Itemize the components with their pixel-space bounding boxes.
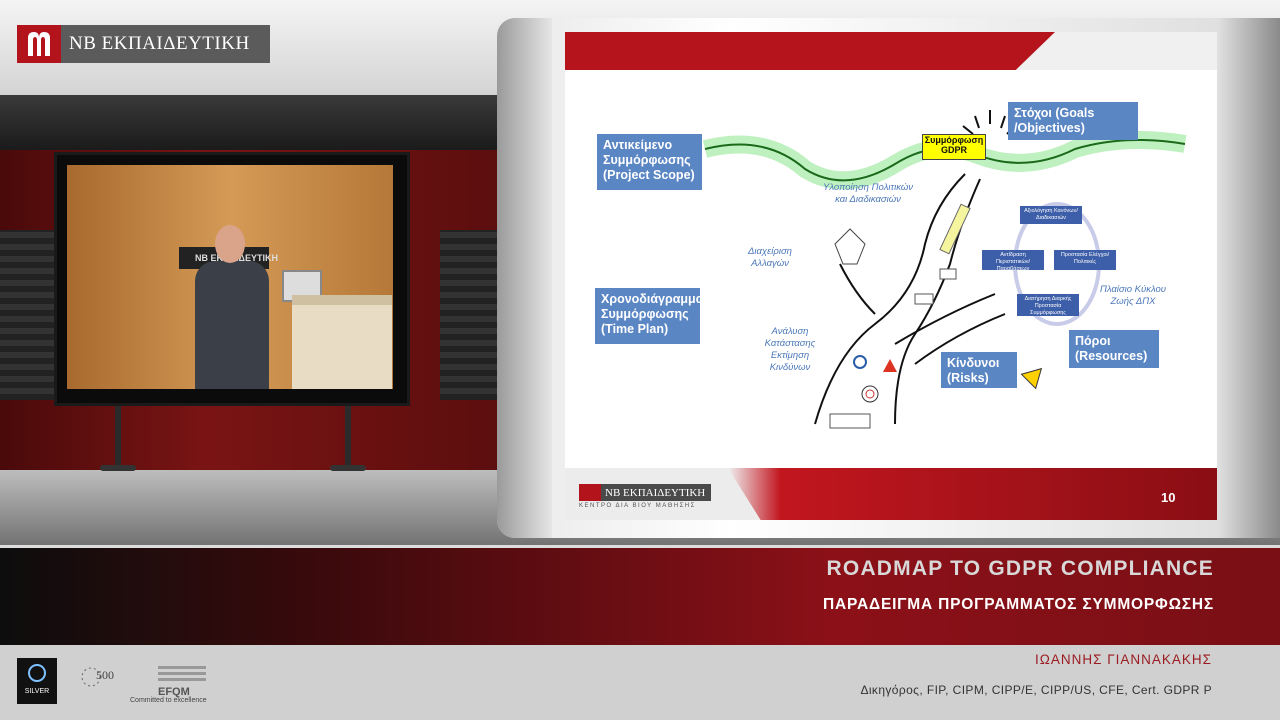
- tv-foot-right: [330, 465, 366, 471]
- project-scope-box: Αντικείμενο Συμμόρφωσης (Project Scope): [597, 134, 702, 190]
- presenter-credentials: Δικηγόρος, FIP, CIPM, CIPP/E, CIPP/US, C…: [860, 683, 1212, 697]
- efqm-stripes-icon: [158, 666, 206, 681]
- lecture-subtitle: ΠΑΡΑΔΕΙΓΜΑ ΠΡΟΓΡΑΜΜΑΤΟΣ ΣΥΜΜΟΡΦΩΣΗΣ: [823, 596, 1214, 613]
- brand-logo-icon: [17, 25, 61, 63]
- projection-screen-roll-right: [1218, 18, 1280, 538]
- recognised-500-label: 500: [96, 668, 114, 682]
- studio-monitor: ΝΒ ΕΚΠΑΙΔΕΥΤΙΚΗ: [54, 152, 410, 406]
- policies-label: Υλοποίηση Πολιτικών και Διαδικασιών: [823, 182, 913, 205]
- lecture-title: ROADMAP TO GDPR COMPLIANCE: [826, 557, 1214, 580]
- tv-stand-left: [115, 400, 121, 470]
- slide-page-number: 10: [1161, 490, 1176, 505]
- efqm-tagline: Committed to excellence: [130, 697, 207, 704]
- speaker-figure: [187, 225, 277, 389]
- brand-logo-text: ΝΒ ΕΚΠΑΙΔΕΥΤΙΚΗ: [69, 33, 250, 54]
- risks-box: Κίνδυνοι (Risks): [941, 352, 1017, 388]
- tv-stand-right: [345, 400, 351, 470]
- presentation-slide: Αντικείμενο Συμμόρφωσης (Project Scope) …: [565, 32, 1217, 520]
- slide-logo-subtitle: ΚΕΝΤΡΟ ΔΙΑ ΒΙΟΥ ΜΑΘΗΣΗΣ: [579, 503, 696, 509]
- projection-screen-roll-left: [497, 18, 552, 538]
- roadmap-diagram: Αντικείμενο Συμμόρφωσης (Project Scope) …: [595, 94, 1195, 454]
- brand-logo: ΝΒ ΕΚΠΑΙΔΕΥΤΙΚΗ: [17, 25, 270, 63]
- change-management-label: Διαχείριση Αλλαγών: [748, 246, 792, 269]
- slide-logo-icon: [579, 484, 601, 501]
- lifecycle-label: Πλαίσιο Κύκλου Ζωής ΔΠΧ: [1099, 284, 1167, 307]
- cycle-evaluation: Αξιολόγηση Κανόνων/Διαδικασιών: [1020, 206, 1082, 224]
- presenter-name: ΙΩΑΝΝΗΣ ΓΙΑΝΝΑΚΑΚΗΣ: [1035, 652, 1212, 667]
- table-cloth: [292, 305, 392, 389]
- recognised-500-badge: 500: [80, 660, 130, 698]
- gdpr-compliance-flag: Συμμόρφωση GDPR: [922, 134, 986, 160]
- slide-header-accent: [565, 32, 1055, 70]
- speaker-pillar-left: [0, 230, 55, 400]
- speaker-video: ΝΒ ΕΚΠΑΙΔΕΥΤΙΚΗ: [67, 165, 393, 389]
- objectives-box: Στόχοι (Goals /Objectives): [1008, 102, 1138, 140]
- slide-logo-text: ΝΒ ΕΚΠΑΙΔΕΥΤΙΚΗ: [605, 486, 706, 499]
- award-icon: [17, 658, 57, 688]
- speaker-head: [215, 225, 245, 263]
- silver-award-badge: SILVER: [17, 658, 57, 704]
- risk-analysis-label: Ανάλυση Κατάστασης Εκτίμηση Κινδύνων: [764, 326, 816, 373]
- speaker-pillar-right: [440, 230, 500, 400]
- tv-foot-left: [100, 465, 136, 471]
- time-plan-box: Χρονοδιάγραμμα Συμμόρφωσης (Time Plan): [595, 288, 703, 344]
- speaker-torso: [195, 261, 269, 389]
- cycle-maintenance: Διατήρηση Διαρκής Προστασία Συμμόρφωσης: [1017, 294, 1079, 316]
- resources-box: Πόροι (Resources): [1069, 330, 1159, 368]
- cycle-reaction: Αντίδραση Περιστατικών/Παραβάσεων: [982, 250, 1044, 272]
- lower-third-divider: [0, 545, 1280, 548]
- silver-label: SILVER: [24, 688, 50, 695]
- cycle-protection: Προστασία Ελέγχοι/Πολιτικές: [1054, 250, 1116, 270]
- efqm-badge: EFQM Committed to excellence: [130, 664, 210, 704]
- slide-logo: ΝΒ ΕΚΠΑΙΔΕΥΤΙΚΗ: [579, 484, 711, 501]
